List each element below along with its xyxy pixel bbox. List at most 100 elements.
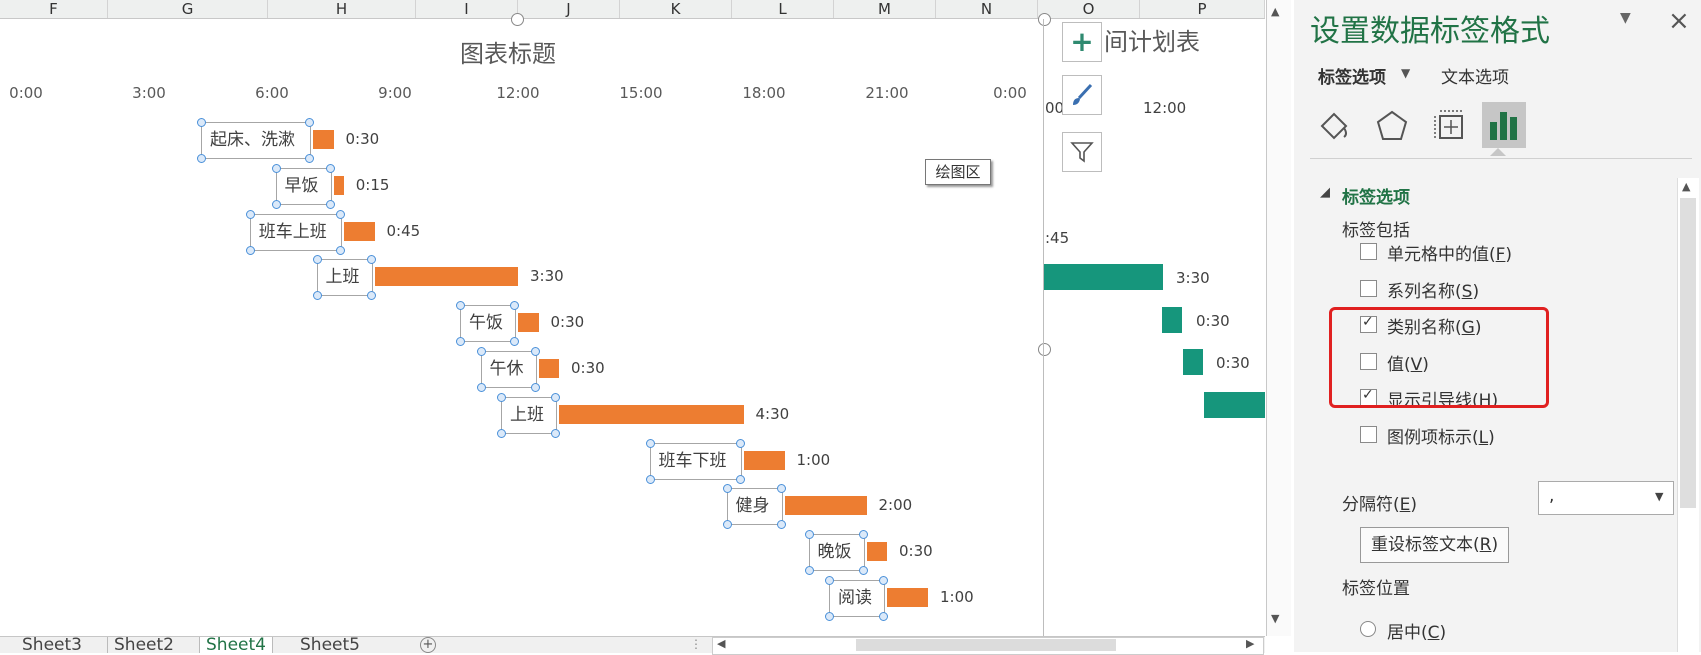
horizontal-scrollbar[interactable]: ◀ ▶ bbox=[712, 637, 1264, 655]
gantt-bar[interactable] bbox=[343, 221, 375, 241]
column-header-K[interactable]: K bbox=[620, 0, 732, 18]
sheet-tab-sheet2[interactable]: Sheet2 bbox=[107, 637, 180, 654]
tab-label-options[interactable]: 标签选项 bbox=[1318, 63, 1386, 88]
label-selection-handle[interactable] bbox=[776, 484, 786, 494]
scroll-right-arrow-icon[interactable]: ▶ bbox=[1246, 637, 1254, 650]
gantt-bar[interactable] bbox=[333, 175, 344, 195]
label-selection-handle[interactable] bbox=[497, 392, 506, 402]
label-selection-handle[interactable] bbox=[510, 301, 519, 311]
label-selection-handle[interactable] bbox=[645, 474, 655, 484]
label-selection-handle[interactable] bbox=[879, 576, 888, 585]
label-selection-handle[interactable] bbox=[271, 199, 281, 209]
gantt-bar[interactable] bbox=[313, 130, 334, 149]
column-header-F[interactable]: F bbox=[0, 0, 108, 18]
sheet-tab-sheet5[interactable]: Sheet5 bbox=[294, 637, 366, 654]
scroll-up-arrow-icon[interactable]: ▲ bbox=[1271, 5, 1279, 18]
label-selection-handle[interactable] bbox=[825, 576, 834, 585]
separator-dropdown[interactable]: , ▼ bbox=[1538, 481, 1674, 515]
label-selection-handle[interactable] bbox=[325, 199, 335, 209]
category-data-label[interactable]: 上班 bbox=[316, 259, 373, 297]
label-selection-handle[interactable] bbox=[366, 291, 376, 301]
column-header-G[interactable]: G bbox=[108, 0, 268, 18]
category-data-label[interactable]: 班车下班 bbox=[649, 442, 742, 480]
category-data-label[interactable]: 起床、洗漱 bbox=[201, 122, 311, 159]
section-title[interactable]: 标签选项 bbox=[1342, 183, 1410, 208]
column-header-L[interactable]: L bbox=[732, 0, 834, 18]
label-selection-handle[interactable] bbox=[722, 484, 732, 494]
column-header-H[interactable]: H bbox=[268, 0, 416, 18]
label-selection-handle[interactable] bbox=[245, 245, 255, 255]
label-selection-handle[interactable] bbox=[510, 337, 519, 347]
label-selection-handle[interactable] bbox=[312, 255, 322, 265]
position-center-radio[interactable] bbox=[1360, 621, 1376, 637]
label-selection-handle[interactable] bbox=[497, 428, 506, 438]
column-header-O[interactable]: O bbox=[1038, 0, 1140, 18]
chart-elements-button[interactable]: + bbox=[1062, 22, 1102, 62]
label-selection-handle[interactable] bbox=[858, 530, 868, 540]
pane-scrollbar[interactable]: ▲ bbox=[1677, 178, 1699, 652]
chart-title[interactable]: 图表标题 bbox=[460, 34, 556, 69]
pane-options-dropdown-icon[interactable]: ▼ bbox=[1620, 10, 1631, 26]
horizontal-scroll-thumb[interactable] bbox=[856, 639, 1116, 651]
fill-line-tab[interactable] bbox=[1314, 106, 1354, 146]
chart-resize-handle-top[interactable] bbox=[511, 13, 524, 26]
chevron-down-icon[interactable]: ▼ bbox=[1401, 66, 1410, 80]
label-selection-handle[interactable] bbox=[530, 383, 540, 392]
label-selection-handle[interactable] bbox=[530, 347, 540, 356]
checkbox-S[interactable] bbox=[1360, 279, 1377, 297]
label-selection-handle[interactable] bbox=[735, 474, 745, 484]
category-data-label[interactable]: 晚饭 bbox=[808, 534, 865, 572]
gantt-bar[interactable] bbox=[784, 496, 867, 516]
scroll-down-arrow-icon[interactable]: ▼ bbox=[1271, 612, 1279, 625]
label-selection-handle[interactable] bbox=[197, 154, 206, 163]
label-selection-handle[interactable] bbox=[551, 428, 560, 438]
category-data-label[interactable]: 健身 bbox=[726, 488, 783, 526]
tab-text-options[interactable]: 文本选项 bbox=[1441, 63, 1509, 88]
effects-tab[interactable] bbox=[1372, 106, 1412, 146]
gantt-bar[interactable] bbox=[538, 359, 559, 378]
pane-scroll-thumb[interactable] bbox=[1680, 198, 1696, 508]
category-data-label[interactable]: 早饭 bbox=[275, 167, 332, 205]
label-selection-handle[interactable] bbox=[197, 118, 206, 127]
label-selection-handle[interactable] bbox=[245, 209, 255, 219]
pane-scroll-up-icon[interactable]: ▲ bbox=[1682, 180, 1690, 193]
label-selection-handle[interactable] bbox=[825, 612, 834, 621]
scroll-left-arrow-icon[interactable]: ◀ bbox=[717, 637, 725, 650]
label-options-tab[interactable] bbox=[1482, 102, 1526, 148]
label-selection-handle[interactable] bbox=[335, 245, 345, 255]
label-selection-handle[interactable] bbox=[305, 154, 314, 163]
chart-styles-button[interactable] bbox=[1062, 75, 1102, 115]
gantt-bar[interactable] bbox=[866, 542, 887, 562]
label-selection-handle[interactable] bbox=[776, 520, 786, 530]
gantt-bar[interactable] bbox=[518, 313, 539, 333]
category-data-label[interactable]: 午休 bbox=[480, 351, 537, 388]
checkbox-F[interactable] bbox=[1360, 243, 1377, 260]
column-header-J[interactable]: J bbox=[518, 0, 620, 18]
label-selection-handle[interactable] bbox=[456, 337, 465, 347]
label-selection-handle[interactable] bbox=[271, 163, 281, 173]
label-selection-handle[interactable] bbox=[879, 612, 888, 621]
label-selection-handle[interactable] bbox=[476, 383, 486, 392]
category-data-label[interactable]: 上班 bbox=[501, 396, 557, 434]
label-selection-handle[interactable] bbox=[366, 255, 376, 265]
label-selection-handle[interactable] bbox=[551, 392, 560, 402]
label-selection-handle[interactable] bbox=[804, 530, 814, 540]
label-selection-handle[interactable] bbox=[858, 566, 868, 576]
gantt-bar[interactable] bbox=[887, 588, 928, 607]
column-header-I[interactable]: I bbox=[416, 0, 518, 18]
column-header-M[interactable]: M bbox=[834, 0, 936, 18]
reset-label-text-button[interactable]: 重设标签文本(R) bbox=[1360, 527, 1510, 563]
label-selection-handle[interactable] bbox=[325, 163, 335, 173]
label-selection-handle[interactable] bbox=[335, 209, 345, 219]
label-selection-handle[interactable] bbox=[312, 291, 322, 301]
vertical-scrollbar[interactable]: ▲ ▼ bbox=[1266, 0, 1291, 636]
gantt-bar[interactable] bbox=[743, 450, 785, 470]
label-selection-handle[interactable] bbox=[735, 438, 745, 448]
close-icon[interactable]: × bbox=[1668, 6, 1690, 36]
sheet-tab-sheet4[interactable]: Sheet4 bbox=[199, 637, 273, 654]
checkbox-L[interactable] bbox=[1360, 426, 1377, 443]
collapse-triangle-icon[interactable]: ◢ bbox=[1320, 185, 1330, 200]
label-selection-handle[interactable] bbox=[722, 520, 732, 530]
column-header-N[interactable]: N bbox=[936, 0, 1038, 18]
label-selection-handle[interactable] bbox=[645, 438, 655, 448]
